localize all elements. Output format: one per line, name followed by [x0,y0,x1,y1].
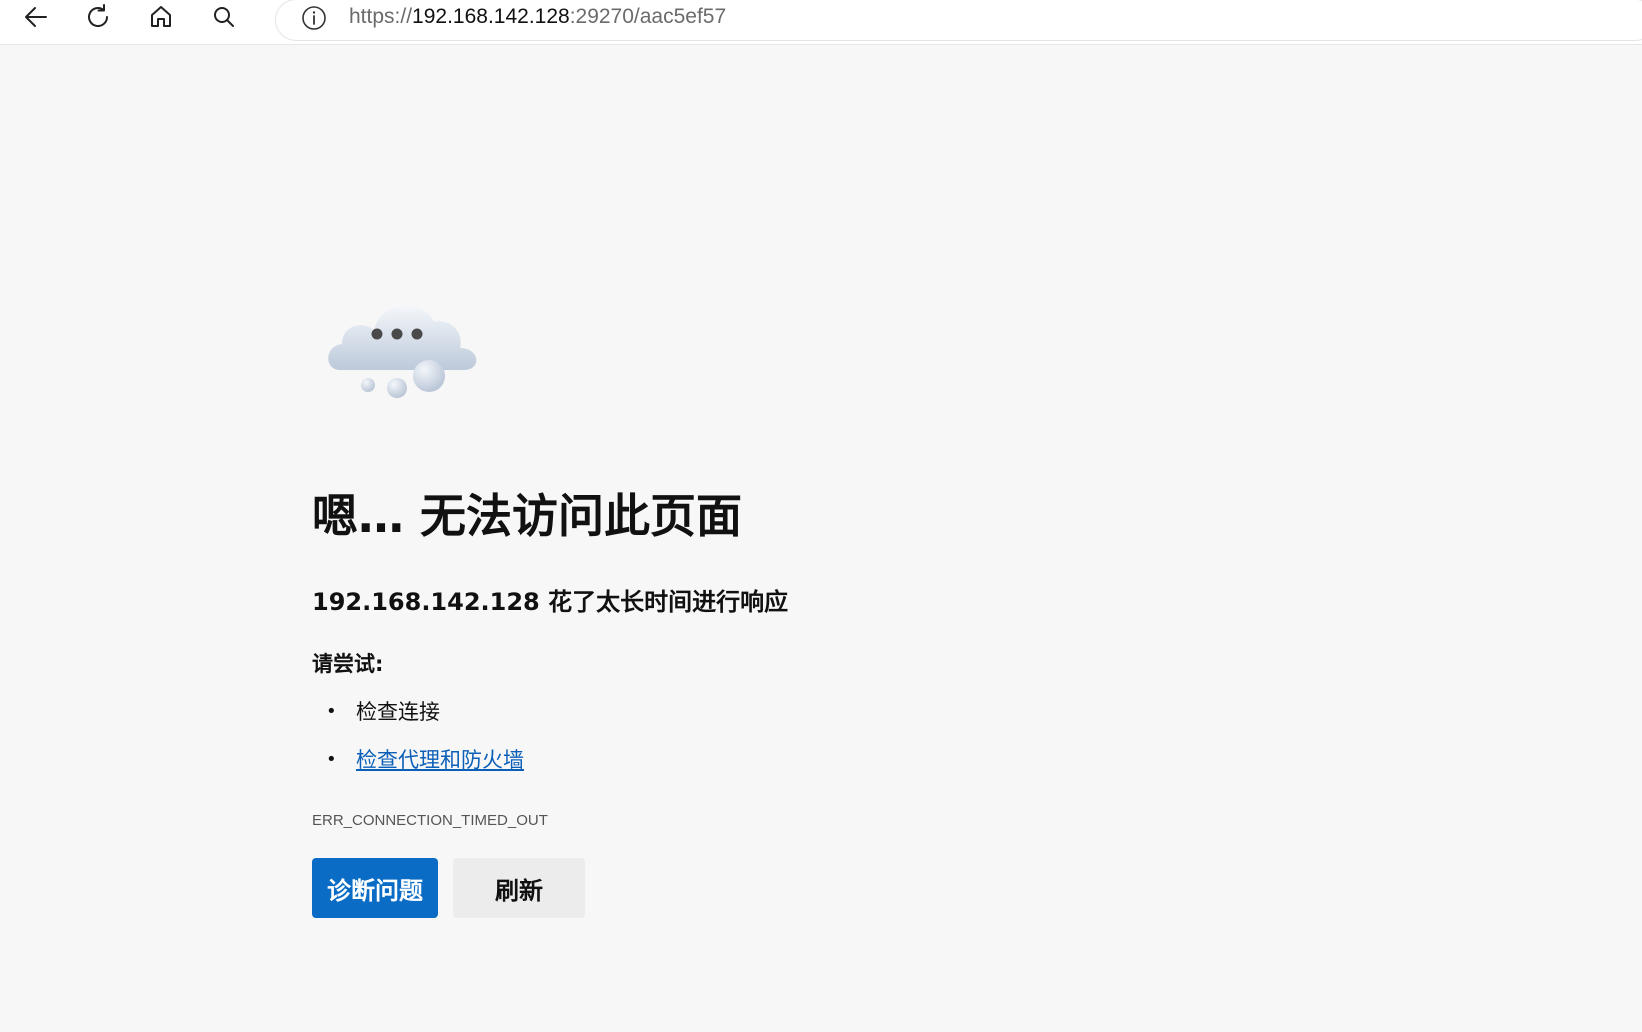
info-icon[interactable] [300,4,328,32]
url-scheme: https:// [349,5,413,28]
cloud-thinking-icon [328,305,477,398]
search-icon [214,7,234,27]
url-text[interactable]: https://192.168.142.128:29270/aac5ef57 [349,3,726,31]
home-button[interactable] [141,0,181,34]
diagnose-button[interactable]: 诊断问题 [312,858,438,918]
url-host: 192.168.142.128 [412,5,570,28]
try-label: 请尝试: [312,652,384,676]
list-item: • 检查连接 [312,688,524,736]
url-path: :29270/aac5ef57 [569,5,727,28]
error-subtitle: 192.168.142.128 花了太长时间进行响应 [312,588,789,616]
refresh-icon [88,4,108,28]
bullet-icon: • [326,749,337,770]
address-bar[interactable]: https://192.168.142.128:29270/aac5ef57 [276,0,1642,40]
suggestion-check-connection: 检查连接 [356,700,440,724]
check-proxy-firewall-link[interactable]: 检查代理和防火墙 [356,748,524,772]
home-icon [151,6,171,27]
browser-toolbar: https://192.168.142.128:29270/aac5ef57 [0,0,1642,45]
list-item: • 检查代理和防火墙 [312,736,524,784]
refresh-button[interactable] [78,0,118,34]
page-title: 嗯… 无法访问此页面 [312,489,743,543]
search-button[interactable] [204,0,244,34]
suggestion-list: • 检查连接 • 检查代理和防火墙 [312,688,524,784]
arrow-left-icon [25,7,47,27]
error-code: ERR_CONNECTION_TIMED_OUT [312,812,548,829]
refresh-page-button[interactable]: 刷新 [453,858,585,918]
back-button[interactable] [16,0,56,34]
bullet-icon: • [326,701,337,722]
